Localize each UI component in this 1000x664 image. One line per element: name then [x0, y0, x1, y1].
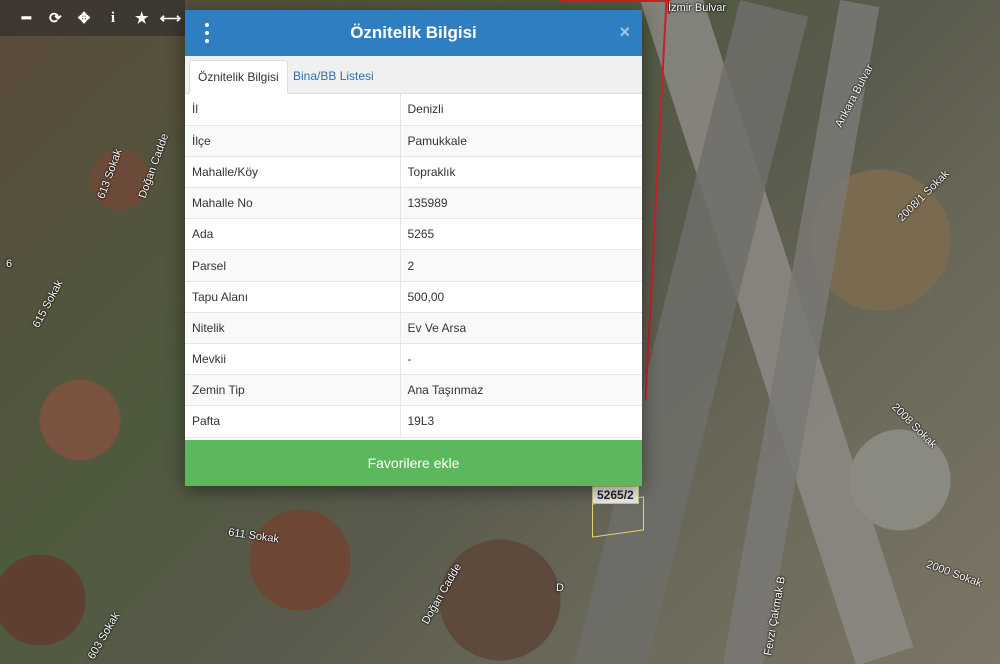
table-row: İl Denizli: [185, 94, 642, 126]
star-icon[interactable]: ★: [127, 0, 156, 36]
attribute-table: İl Denizli İlçe Pamukkale Mahalle/Köy Topra…: [185, 94, 642, 438]
attribute-key: Nitelik: [185, 312, 401, 345]
attribute-value: Pamukkale: [400, 125, 642, 157]
map-label-2008-1-sokak: 2008/1 Sokak: [895, 167, 952, 225]
close-icon[interactable]: ×: [619, 22, 630, 43]
measure-icon[interactable]: ⟷: [156, 0, 185, 36]
attribute-key: İl: [185, 94, 401, 126]
attribute-value: 5265: [400, 218, 642, 251]
kebab-menu-icon[interactable]: [199, 23, 215, 43]
map-label-izmir-bulvar: İzmir Bulvar: [668, 2, 727, 14]
map-label-dogan-cadde-bottom: Doğan Cadde: [419, 561, 465, 627]
dialog-title: Öznitelik Bilgisi: [350, 23, 477, 42]
table-row: Mahalle No 135989: [185, 187, 642, 220]
map-label-2000-sokak: 2000 Sokak: [924, 558, 984, 590]
attribute-value: -: [400, 343, 642, 376]
parcel-tag[interactable]: 5265/2: [592, 486, 639, 504]
attribute-value: 135989: [400, 187, 642, 220]
table-row: Mevkii -: [185, 343, 642, 376]
attribute-key: Mevkii: [185, 343, 401, 376]
attribute-dialog: Öznitelik Bilgisi × Öznitelik Bilgisi Bi…: [185, 10, 642, 486]
attribute-key: Parsel: [185, 249, 401, 282]
map-label-dogan-cadde-top: Doğan Cadde: [136, 132, 172, 200]
locate-icon[interactable]: ✥: [70, 0, 99, 36]
attribute-value: 2: [400, 249, 642, 282]
attribute-key: Zemin Tip: [185, 374, 401, 407]
attribute-value: 19L3: [400, 405, 642, 438]
dialog-tabs: Öznitelik Bilgisi Bina/BB Listesi: [185, 56, 642, 94]
table-row: Pafta 19L3: [185, 405, 642, 438]
table-row: Tapu Alanı 500,00: [185, 281, 642, 313]
info-icon[interactable]: i: [98, 0, 127, 36]
map-label-615-sokak: 615 Sokak: [30, 278, 66, 330]
attribute-value: 500,00: [400, 281, 642, 313]
map-label-613-sokak: 613 Sokak: [95, 147, 125, 201]
map-label-603-sokak: 603 Sokak: [85, 610, 123, 662]
tab-oznitelik-bilgisi[interactable]: Öznitelik Bilgisi: [189, 60, 288, 94]
attribute-value: Topraklık: [400, 156, 642, 189]
attribute-value: Denizli: [400, 94, 642, 126]
dialog-header: Öznitelik Bilgisi ×: [185, 10, 642, 56]
attribute-key: Mahalle No: [185, 187, 401, 220]
table-row: İlçe Pamukkale: [185, 125, 642, 157]
add-to-favorites-button[interactable]: Favorilere ekle: [185, 440, 642, 486]
attribute-key: Pafta: [185, 405, 401, 438]
attribute-key: Tapu Alanı: [185, 281, 401, 313]
zoom-out-icon[interactable]: ━: [12, 0, 41, 36]
table-row: Nitelik Ev Ve Arsa: [185, 312, 642, 345]
map-toolbar: ━ ⟳ ✥ i ★ ⟷: [0, 0, 185, 36]
refresh-icon[interactable]: ⟳: [41, 0, 70, 36]
attribute-value: Ev Ve Arsa: [400, 312, 642, 345]
map-label-6: 6: [6, 258, 13, 270]
map-label-2008-sokak: 2008 Sokak: [889, 401, 939, 451]
table-row: Parsel 2: [185, 249, 642, 282]
map-label-611-sokak: 611 Sokak: [227, 526, 280, 546]
attribute-key: Ada: [185, 218, 401, 251]
map-label-d: D: [556, 582, 564, 594]
table-row: Ada 5265: [185, 218, 642, 251]
table-row: Zemin Tip Ana Taşınmaz: [185, 374, 642, 407]
attribute-key: İlçe: [185, 125, 401, 157]
attribute-key: Mahalle/Köy: [185, 156, 401, 189]
attribute-value: Ana Taşınmaz: [400, 374, 642, 407]
tab-bina-bb-listesi[interactable]: Bina/BB Listesi: [285, 60, 382, 94]
table-row: Mahalle/Köy Topraklık: [185, 156, 642, 189]
